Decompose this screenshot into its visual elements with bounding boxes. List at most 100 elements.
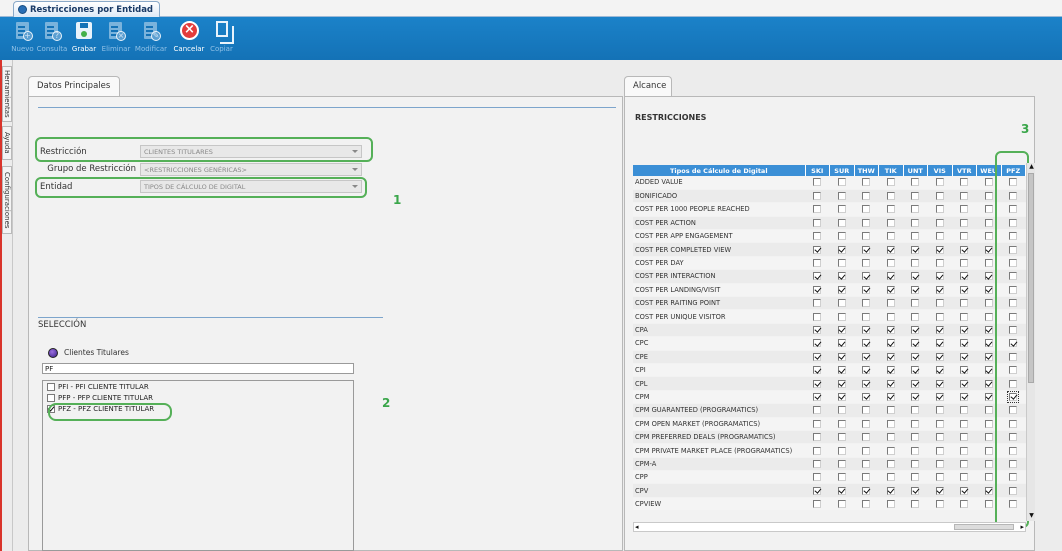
checkbox-checked[interactable]: [935, 325, 944, 334]
checkbox-checked[interactable]: [886, 379, 895, 388]
column-header[interactable]: TIK: [878, 165, 904, 176]
checkbox-checked[interactable]: [984, 272, 993, 281]
checkbox-checked[interactable]: [837, 379, 846, 388]
checkbox[interactable]: [911, 406, 920, 415]
checkbox-checked[interactable]: [837, 366, 846, 375]
checkbox[interactable]: [886, 178, 895, 187]
checkbox[interactable]: [837, 218, 846, 227]
query-button[interactable]: ? Consulta: [37, 17, 67, 60]
checkbox[interactable]: [862, 433, 871, 442]
checkbox-checked[interactable]: [935, 379, 944, 388]
checkbox[interactable]: [813, 218, 822, 227]
checkbox-checked[interactable]: [886, 245, 895, 254]
checkbox-checked[interactable]: [911, 325, 920, 334]
cancel-button[interactable]: × Cancelar: [171, 17, 207, 60]
checkbox[interactable]: [813, 178, 822, 187]
checkbox[interactable]: [862, 232, 871, 241]
checkbox-checked[interactable]: [911, 272, 920, 281]
checkbox[interactable]: [935, 406, 944, 415]
checkbox[interactable]: [837, 433, 846, 442]
checkbox-checked[interactable]: [886, 325, 895, 334]
checkbox[interactable]: [960, 433, 969, 442]
checkbox[interactable]: [886, 459, 895, 468]
checkbox[interactable]: [984, 433, 993, 442]
column-header[interactable]: VIS: [927, 165, 953, 176]
checkbox[interactable]: [886, 218, 895, 227]
checkbox-checked[interactable]: [837, 272, 846, 281]
checkbox[interactable]: [837, 232, 846, 241]
checkbox[interactable]: [935, 312, 944, 321]
checkbox[interactable]: [886, 312, 895, 321]
checkbox[interactable]: [960, 259, 969, 268]
checkbox[interactable]: [813, 500, 822, 509]
checkbox[interactable]: [886, 446, 895, 455]
checkbox[interactable]: [935, 178, 944, 187]
checkbox-checked[interactable]: [862, 325, 871, 334]
checkbox-checked[interactable]: [862, 366, 871, 375]
checkbox[interactable]: [935, 459, 944, 468]
checkbox-checked[interactable]: [960, 392, 969, 401]
tab-datos-principales[interactable]: Datos Principales: [28, 76, 120, 97]
checkbox[interactable]: [813, 299, 822, 308]
checkbox-checked[interactable]: [862, 339, 871, 348]
checkbox[interactable]: [911, 446, 920, 455]
checkbox[interactable]: [911, 312, 920, 321]
checkbox[interactable]: [911, 192, 920, 201]
checkbox[interactable]: [984, 192, 993, 201]
checkbox[interactable]: [813, 192, 822, 201]
checkbox[interactable]: [837, 473, 846, 482]
checkbox[interactable]: [886, 406, 895, 415]
checkbox[interactable]: [984, 299, 993, 308]
checkbox-checked[interactable]: [960, 272, 969, 281]
checkbox[interactable]: [862, 299, 871, 308]
checkbox[interactable]: [837, 312, 846, 321]
checkbox-checked[interactable]: [911, 352, 920, 361]
checkbox-checked[interactable]: [862, 272, 871, 281]
scroll-up-icon[interactable]: ▲: [1027, 163, 1036, 172]
checkbox-checked[interactable]: [984, 366, 993, 375]
checkbox[interactable]: [886, 205, 895, 214]
checkbox[interactable]: [837, 419, 846, 428]
checkbox-checked[interactable]: [813, 392, 822, 401]
checkbox[interactable]: [935, 433, 944, 442]
checkbox-checked[interactable]: [813, 272, 822, 281]
scrollbar-thumb[interactable]: [1028, 173, 1034, 383]
checkbox[interactable]: [960, 446, 969, 455]
checkbox[interactable]: [911, 433, 920, 442]
checkbox[interactable]: [837, 446, 846, 455]
list-item[interactable]: PFP - PFP CLIENTE TITULAR: [43, 392, 353, 403]
checkbox[interactable]: [886, 419, 895, 428]
checkbox-checked[interactable]: [837, 285, 846, 294]
checkbox[interactable]: [886, 299, 895, 308]
checkbox-checked[interactable]: [837, 245, 846, 254]
checkbox[interactable]: [837, 178, 846, 187]
checkbox[interactable]: [984, 500, 993, 509]
checkbox[interactable]: [911, 419, 920, 428]
checkbox-checked[interactable]: [911, 339, 920, 348]
checkbox[interactable]: [960, 232, 969, 241]
search-input[interactable]: [42, 363, 354, 374]
checkbox-checked[interactable]: [886, 392, 895, 401]
checkbox[interactable]: [911, 299, 920, 308]
checkbox-checked[interactable]: [984, 392, 993, 401]
checkbox[interactable]: [984, 178, 993, 187]
checkbox[interactable]: [911, 232, 920, 241]
checkbox[interactable]: [886, 192, 895, 201]
checkbox[interactable]: [837, 500, 846, 509]
checkbox-checked[interactable]: [862, 392, 871, 401]
checkbox[interactable]: [960, 312, 969, 321]
checkbox-checked[interactable]: [960, 379, 969, 388]
checkbox[interactable]: [837, 205, 846, 214]
column-header[interactable]: UNT: [903, 165, 928, 176]
checkbox[interactable]: [886, 433, 895, 442]
checkbox-checked[interactable]: [960, 339, 969, 348]
checkbox-checked[interactable]: [984, 285, 993, 294]
checkbox-checked[interactable]: [911, 392, 920, 401]
checkbox[interactable]: [984, 473, 993, 482]
checkbox[interactable]: [837, 459, 846, 468]
checkbox-checked[interactable]: [935, 245, 944, 254]
column-header[interactable]: VTR: [952, 165, 977, 176]
checkbox-checked[interactable]: [813, 379, 822, 388]
checkbox[interactable]: [984, 459, 993, 468]
checkbox-checked[interactable]: [862, 285, 871, 294]
